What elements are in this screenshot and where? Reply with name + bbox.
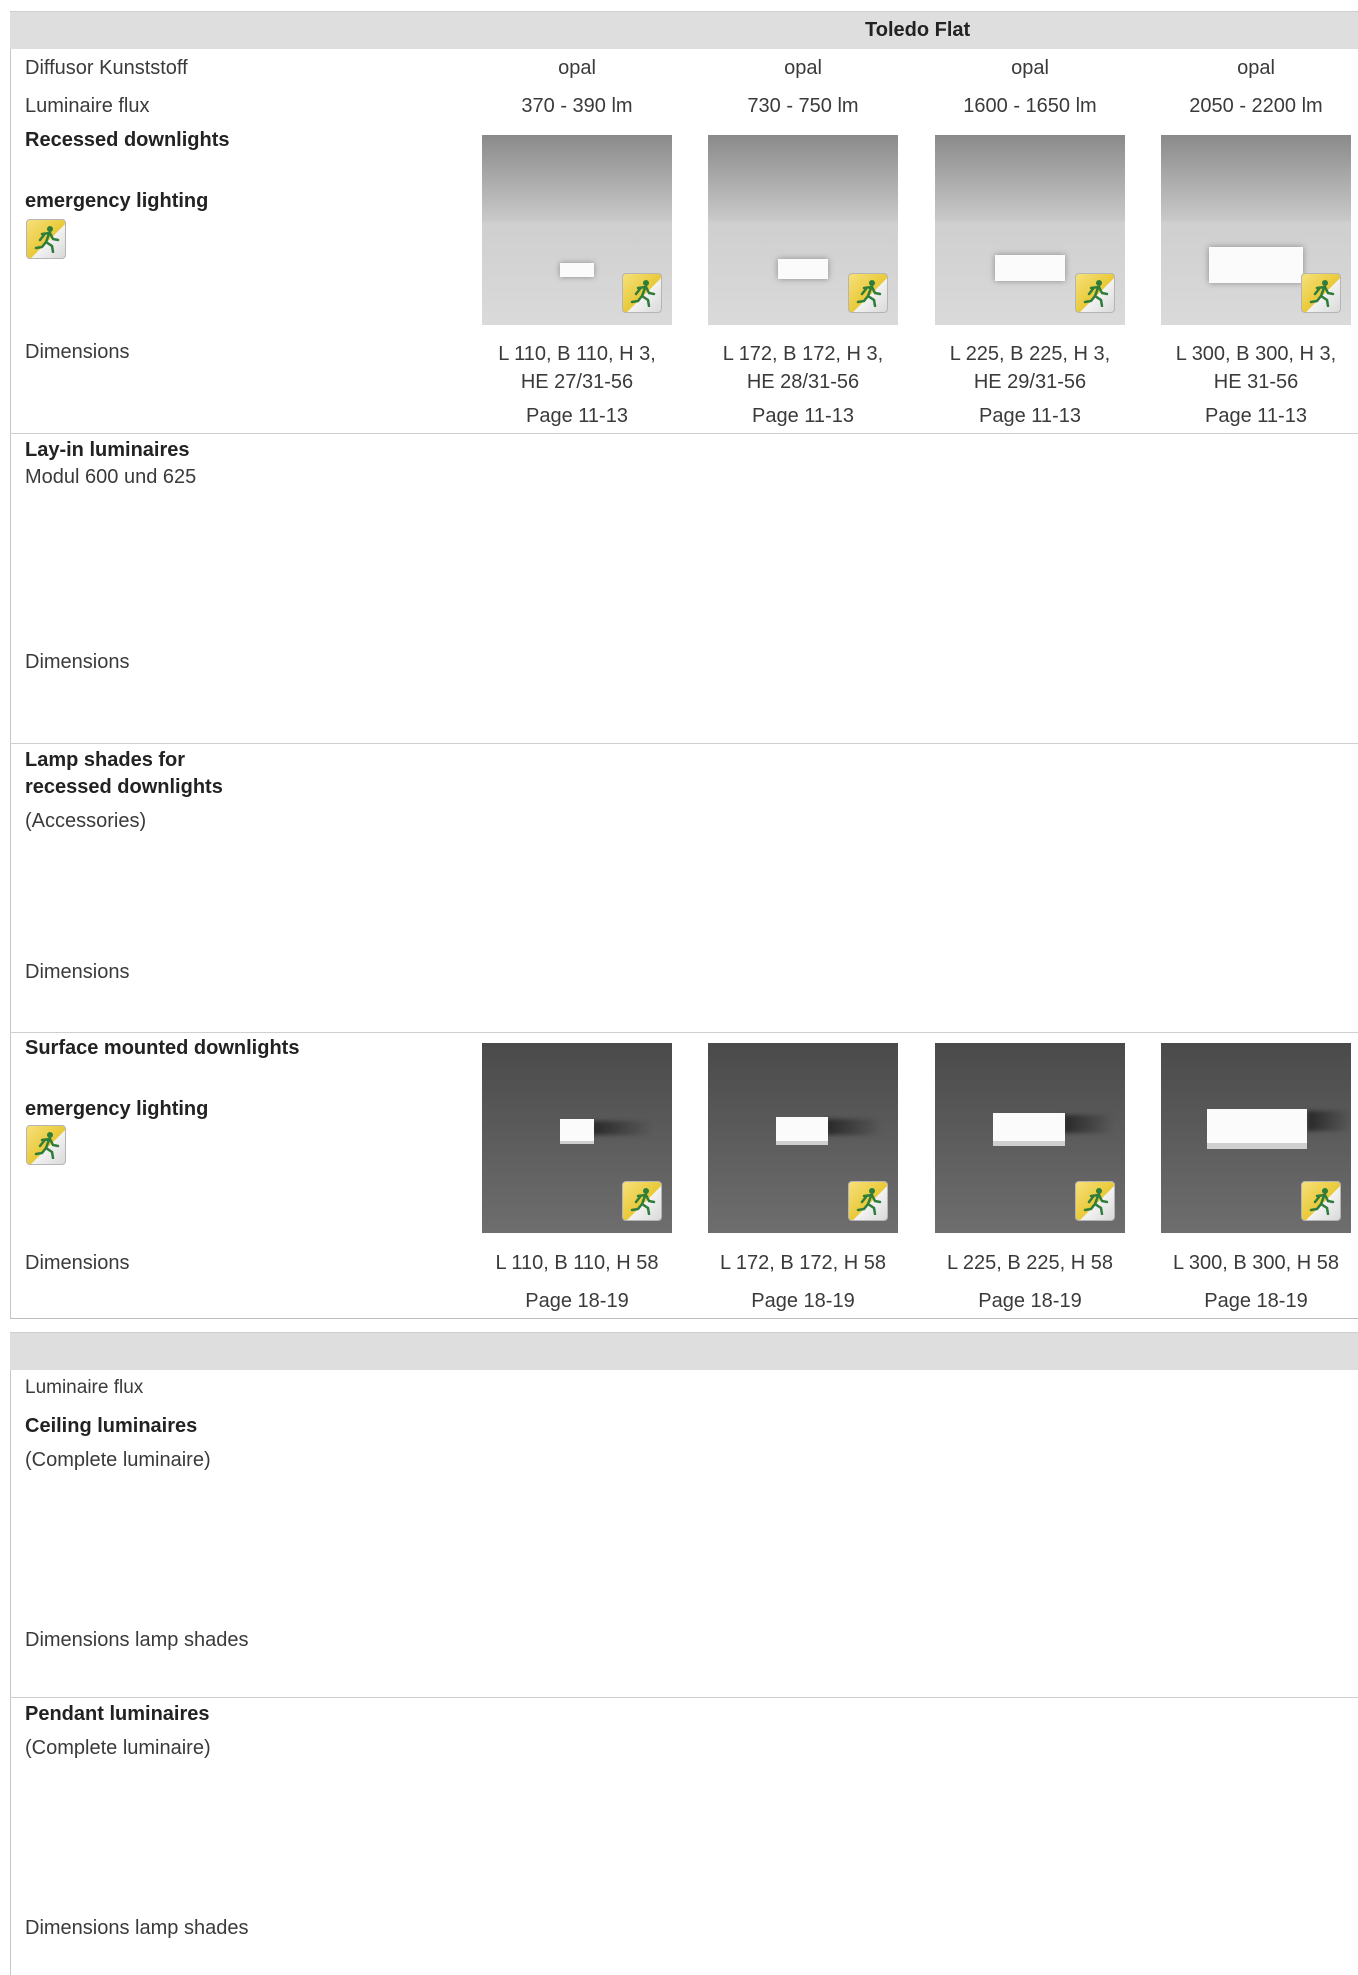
divider-after-shades (10, 1032, 1358, 1033)
pendant-dimensions-label: Dimensions lamp shades (25, 1917, 249, 1939)
recessed-dim-3-line2: HE 29/31-56 (973, 371, 1087, 393)
recessed-photo-1 (482, 135, 672, 325)
ceiling-subtitle: (Complete luminaire) (25, 1449, 211, 1471)
recessed-dim-1-line2: HE 27/31-56 (520, 371, 634, 393)
recessed-photo-2 (708, 135, 898, 325)
section1-bottom-line (10, 1318, 1358, 1319)
emergency-exit-icon (26, 219, 66, 259)
shades-title-line2: recessed downlights (25, 776, 223, 798)
recessed-dim-2-line2: HE 28/31-56 (746, 371, 860, 393)
diffusor-value-2: opal (784, 57, 822, 79)
surface-dimensions-label: Dimensions (25, 1252, 130, 1274)
surface-dim-3: L 225, B 225, H 58 (946, 1252, 1114, 1274)
recessed-panel-4 (1209, 247, 1303, 283)
recessed-photo-3 (935, 135, 1125, 325)
pendant-subtitle: (Complete luminaire) (25, 1737, 211, 1759)
surface-dim-4: L 300, B 300, H 58 (1172, 1252, 1340, 1274)
surface-photo-1 (482, 1043, 672, 1233)
section1-header-bar (10, 12, 1358, 49)
flux-label: Luminaire flux (25, 95, 150, 117)
section1-frame (10, 11, 11, 1318)
surface-dim-2: L 172, B 172, H 58 (719, 1252, 887, 1274)
recessed-dim-2-line1: L 172, B 172, H 3, (722, 343, 884, 365)
layin-dimensions-label: Dimensions (25, 651, 130, 673)
recessed-dim-1-line1: L 110, B 110, H 3, (498, 343, 656, 365)
recessed-dim-4-line1: L 300, B 300, H 3, (1175, 343, 1337, 365)
surface-page-4[interactable]: Page 18-19 (1161, 1289, 1351, 1313)
shades-dimensions-label: Dimensions (25, 961, 130, 983)
section2-header-bar (10, 1333, 1358, 1370)
layin-subtitle: Modul 600 und 625 (25, 466, 197, 488)
recessed-photo-4 (1161, 135, 1351, 325)
recessed-dim-3-line1: L 225, B 225, H 3, (949, 343, 1111, 365)
shades-subtitle: (Accessories) (25, 810, 147, 832)
recessed-page-3[interactable]: Page 11-13 (935, 404, 1125, 428)
recessed-emergency-label: emergency lighting (25, 190, 209, 212)
diffusor-label: Diffusor Kunststoff (25, 57, 188, 79)
surface-title: Surface mounted downlights (25, 1037, 300, 1059)
surface-page-1[interactable]: Page 18-19 (482, 1289, 672, 1313)
recessed-panel-1 (560, 263, 594, 277)
surface-shadow-4 (1307, 1111, 1351, 1131)
emergency-exit-icon (1075, 273, 1115, 313)
recessed-dim-3: L 225, B 225, H 3, HE 29/31-56 (935, 340, 1125, 396)
emergency-exit-icon (1301, 273, 1341, 313)
surface-shadow-1 (592, 1121, 652, 1135)
recessed-dim-4-line2: HE 31-56 (1213, 371, 1299, 393)
emergency-exit-icon (848, 273, 888, 313)
surface-box-2 (776, 1117, 828, 1145)
section2-flux-label: Luminaire flux (25, 1377, 144, 1398)
diffusor-value-1: opal (558, 57, 596, 79)
surface-box-4 (1207, 1109, 1307, 1149)
surface-dim-1: L 110, B 110, H 58 (495, 1252, 659, 1274)
surface-shadow-2 (826, 1119, 882, 1135)
recessed-dim-1: L 110, B 110, H 3, HE 27/31-56 (482, 340, 672, 396)
divider-after-layin (10, 743, 1358, 744)
flux-value-3: 1600 - 1650 lm (963, 95, 1097, 117)
section2-frame (10, 1332, 11, 1975)
divider-after-ceiling (10, 1697, 1358, 1698)
section1-header-title: Toledo Flat (865, 19, 971, 41)
surface-page-2[interactable]: Page 18-19 (708, 1289, 898, 1313)
diffusor-value-3: opal (1011, 57, 1049, 79)
ceiling-dimensions-label: Dimensions lamp shades (25, 1629, 249, 1651)
recessed-page-4[interactable]: Page 11-13 (1161, 404, 1351, 428)
recessed-page-1[interactable]: Page 11-13 (482, 404, 672, 428)
surface-photo-3 (935, 1043, 1125, 1233)
recessed-dimensions-label: Dimensions (25, 341, 130, 363)
diffusor-value-4: opal (1237, 57, 1275, 79)
surface-shadow-3 (1063, 1115, 1113, 1133)
divider-after-recessed (10, 433, 1358, 434)
ceiling-title: Ceiling luminaires (25, 1415, 198, 1437)
surface-photo-2 (708, 1043, 898, 1233)
recessed-page-2[interactable]: Page 11-13 (708, 404, 898, 428)
recessed-panel-3 (995, 255, 1065, 281)
emergency-exit-icon (622, 1181, 662, 1221)
surface-photo-4 (1161, 1043, 1351, 1233)
surface-box-3 (993, 1113, 1065, 1146)
emergency-exit-icon (1075, 1181, 1115, 1221)
emergency-exit-icon (26, 1125, 66, 1165)
flux-value-4: 2050 - 2200 lm (1189, 95, 1323, 117)
surface-emergency-label: emergency lighting (25, 1098, 209, 1120)
recessed-dim-4: L 300, B 300, H 3, HE 31-56 (1161, 340, 1351, 396)
emergency-exit-icon (622, 273, 662, 313)
shades-title-line1: Lamp shades for (25, 749, 186, 771)
flux-value-1: 370 - 390 lm (521, 95, 633, 117)
recessed-panel-2 (778, 259, 828, 279)
layin-title: Lay-in luminaires (25, 439, 190, 461)
emergency-exit-icon (848, 1181, 888, 1221)
flux-value-2: 730 - 750 lm (747, 95, 859, 117)
surface-page-3[interactable]: Page 18-19 (935, 1289, 1125, 1313)
emergency-exit-icon (1301, 1181, 1341, 1221)
recessed-dim-2: L 172, B 172, H 3, HE 28/31-56 (708, 340, 898, 396)
pendant-title: Pendant luminaires (25, 1703, 210, 1725)
surface-box-1 (560, 1119, 594, 1144)
recessed-title: Recessed downlights (25, 129, 230, 151)
